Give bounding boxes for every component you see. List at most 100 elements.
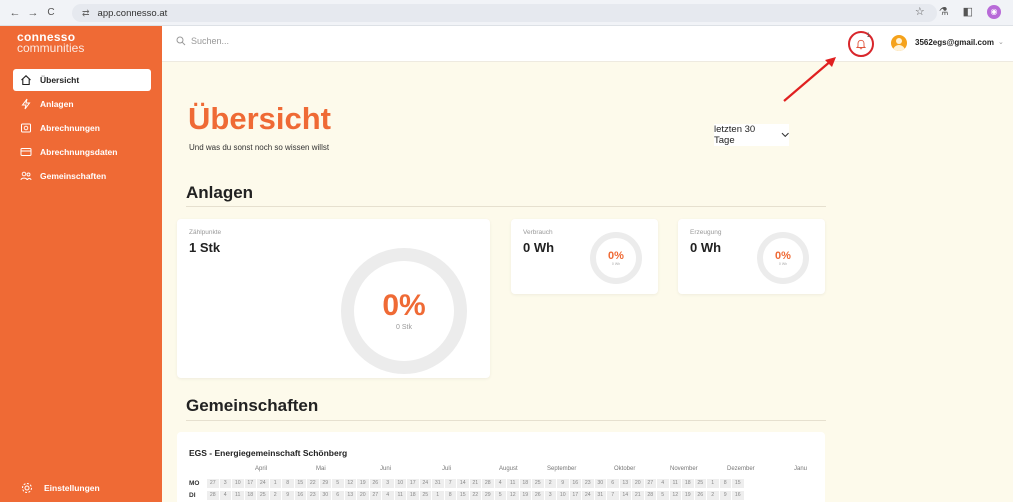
calendar-cell[interactable]: 21: [469, 478, 481, 488]
sidebar-item-gemeinschaften[interactable]: Gemeinschaften: [13, 165, 151, 187]
calendar-cell[interactable]: 5: [332, 478, 344, 488]
calendar-cell[interactable]: 19: [519, 490, 531, 500]
calendar-cell[interactable]: 10: [557, 490, 569, 500]
calendar-cell[interactable]: 16: [569, 478, 581, 488]
calendar-cell[interactable]: 15: [457, 490, 469, 500]
calendar-cell[interactable]: 28: [644, 490, 656, 500]
calendar-cell[interactable]: 10: [394, 478, 406, 488]
calendar-cell[interactable]: 27: [207, 478, 219, 488]
calendar-cell[interactable]: 27: [369, 490, 381, 500]
calendar-cell[interactable]: 8: [282, 478, 294, 488]
site-info-icon[interactable]: ⇄: [82, 8, 90, 19]
calendar-cell[interactable]: 20: [632, 478, 644, 488]
calendar-cell[interactable]: 29: [319, 478, 331, 488]
calendar-cell[interactable]: 1: [269, 478, 281, 488]
calendar-cell[interactable]: 19: [357, 478, 369, 488]
calendar-cell[interactable]: 4: [657, 478, 669, 488]
notification-button[interactable]: 1: [848, 31, 874, 57]
calendar-cell[interactable]: 14: [457, 478, 469, 488]
calendar-cell[interactable]: 25: [694, 478, 706, 488]
calendar-cell[interactable]: 24: [419, 478, 431, 488]
calendar-cell[interactable]: 8: [719, 478, 731, 488]
calendar-cell[interactable]: 5: [657, 490, 669, 500]
avatar[interactable]: [891, 35, 907, 51]
chevron-down-icon[interactable]: ⌄: [998, 38, 1004, 46]
calendar-cell[interactable]: 4: [382, 490, 394, 500]
calendar-cell[interactable]: 7: [607, 490, 619, 500]
calendar-cell[interactable]: 11: [507, 478, 519, 488]
calendar-cell[interactable]: 9: [557, 478, 569, 488]
calendar-cell[interactable]: 18: [519, 478, 531, 488]
calendar-cell[interactable]: 22: [307, 478, 319, 488]
calendar-cell[interactable]: 3: [544, 490, 556, 500]
back-arrow-icon[interactable]: ←: [6, 7, 24, 19]
calendar-cell[interactable]: 5: [494, 490, 506, 500]
sidebar-item-einstellungen[interactable]: Einstellungen: [20, 481, 100, 495]
calendar-cell[interactable]: 18: [407, 490, 419, 500]
calendar-cell[interactable]: 20: [357, 490, 369, 500]
calendar-cell[interactable]: 26: [532, 490, 544, 500]
calendar-cell[interactable]: 4: [494, 478, 506, 488]
calendar-cell[interactable]: 6: [607, 478, 619, 488]
calendar-cell[interactable]: 2: [707, 490, 719, 500]
bookmark-star-icon[interactable]: ☆: [915, 5, 925, 19]
brand-logo[interactable]: connesso communities: [17, 31, 84, 54]
calendar-cell[interactable]: 13: [344, 490, 356, 500]
calendar-cell[interactable]: 17: [407, 478, 419, 488]
calendar-cell[interactable]: 17: [569, 490, 581, 500]
calendar-cell[interactable]: 6: [332, 490, 344, 500]
sidepanel-icon[interactable]: ◧: [963, 5, 973, 19]
calendar-cell[interactable]: 23: [582, 478, 594, 488]
calendar-cell[interactable]: 28: [207, 490, 219, 500]
calendar-cell[interactable]: 15: [732, 478, 744, 488]
calendar-cell[interactable]: 31: [594, 490, 606, 500]
community-card[interactable]: EGS - Energiegemeinschaft Schönberg Apri…: [177, 432, 825, 502]
sidebar-item-anlagen[interactable]: Anlagen: [13, 93, 151, 115]
calendar-cell[interactable]: 26: [694, 490, 706, 500]
sidebar-item-abrechnungen[interactable]: Abrechnungen: [13, 117, 151, 139]
calendar-cell[interactable]: 2: [269, 490, 281, 500]
calendar-cell[interactable]: 27: [644, 478, 656, 488]
calendar-cell[interactable]: 1: [707, 478, 719, 488]
calendar-cell[interactable]: 30: [319, 490, 331, 500]
calendar-cell[interactable]: 4: [219, 490, 231, 500]
calendar-cell[interactable]: 28: [482, 478, 494, 488]
calendar-cell[interactable]: 9: [719, 490, 731, 500]
calendar-cell[interactable]: 15: [294, 478, 306, 488]
reload-icon[interactable]: C: [42, 7, 60, 18]
calendar-cell[interactable]: 7: [444, 478, 456, 488]
calendar-cell[interactable]: 29: [482, 490, 494, 500]
calendar-cell[interactable]: 26: [369, 478, 381, 488]
calendar-cell[interactable]: 1: [432, 490, 444, 500]
calendar-cell[interactable]: 3: [382, 478, 394, 488]
calendar-cell[interactable]: 25: [419, 490, 431, 500]
calendar-cell[interactable]: 23: [307, 490, 319, 500]
calendar-cell[interactable]: 3: [219, 478, 231, 488]
calendar-cell[interactable]: 11: [669, 478, 681, 488]
calendar-cell[interactable]: 18: [682, 478, 694, 488]
time-range-select[interactable]: letzten 30 Tage: [714, 124, 789, 146]
calendar-cell[interactable]: 16: [294, 490, 306, 500]
calendar-cell[interactable]: 19: [682, 490, 694, 500]
calendar-cell[interactable]: 22: [469, 490, 481, 500]
calendar-cell[interactable]: 8: [444, 490, 456, 500]
address-bar[interactable]: ⇄ app.connesso.at: [72, 4, 937, 22]
calendar-cell[interactable]: 24: [582, 490, 594, 500]
calendar-cell[interactable]: 16: [732, 490, 744, 500]
calendar-cell[interactable]: 11: [394, 490, 406, 500]
extension-icon[interactable]: ⚗: [939, 5, 949, 19]
search-input[interactable]: Suchen...: [176, 36, 229, 46]
browser-profile-icon[interactable]: ◉: [987, 5, 1001, 19]
calendar-cell[interactable]: 9: [282, 490, 294, 500]
calendar-cell[interactable]: 2: [544, 478, 556, 488]
calendar-cell[interactable]: 30: [594, 478, 606, 488]
calendar-cell[interactable]: 12: [344, 478, 356, 488]
calendar-cell[interactable]: 14: [619, 490, 631, 500]
sidebar-item-abrechnungsdaten[interactable]: Abrechnungsdaten: [13, 141, 151, 163]
forward-arrow-icon[interactable]: →: [24, 7, 42, 19]
calendar-cell[interactable]: 10: [232, 478, 244, 488]
user-email[interactable]: 3562egs@gmail.com: [915, 38, 994, 47]
calendar-cell[interactable]: 31: [432, 478, 444, 488]
calendar-cell[interactable]: 18: [244, 490, 256, 500]
calendar-cell[interactable]: 13: [619, 478, 631, 488]
